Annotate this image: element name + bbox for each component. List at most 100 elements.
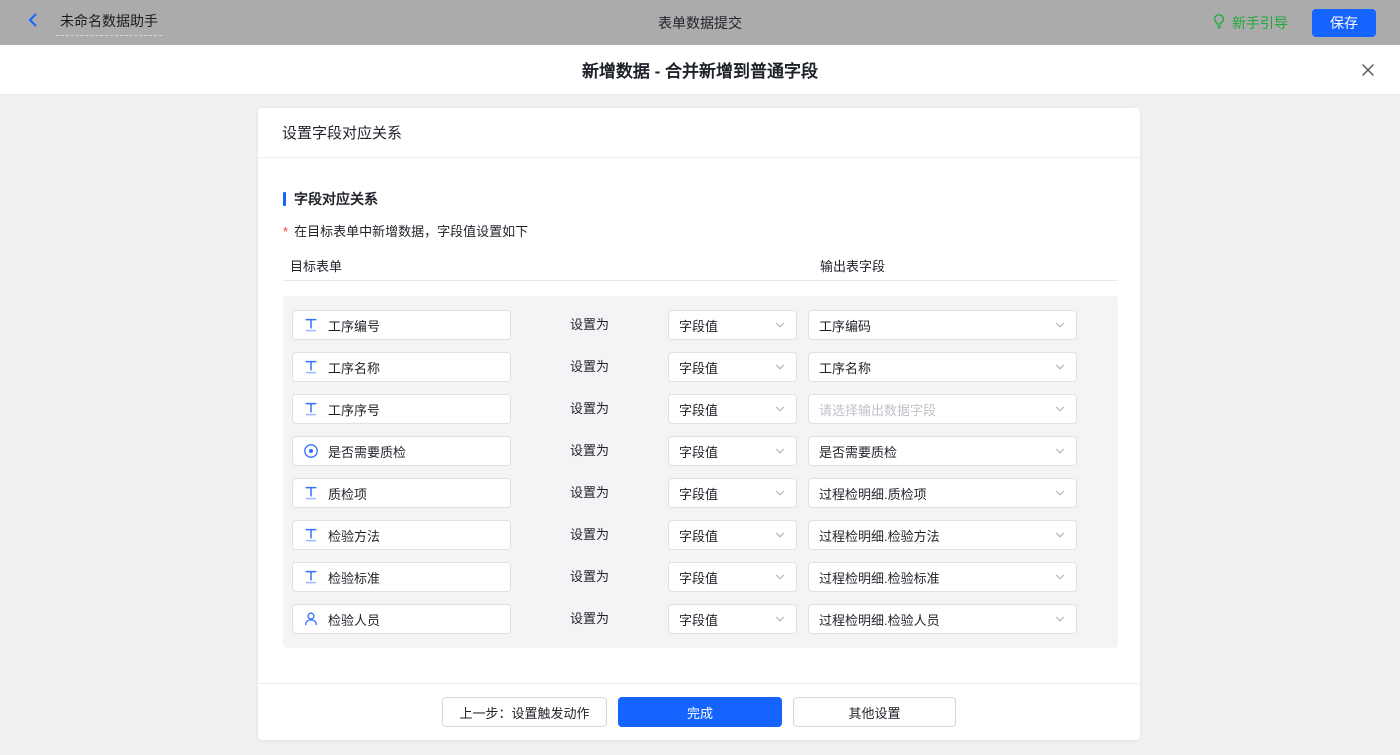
mapping-row: 工序编号 设置为 字段值 工序编码 <box>292 310 1102 340</box>
mapping-row: 检验标准 设置为 字段值 过程检明细.检验标准 <box>292 562 1102 592</box>
output-field-value: 请选择输出数据字段 <box>819 400 936 419</box>
field-mapping-card: 设置字段对应关系 字段对应关系 * 在目标表单中新增数据，字段值设置如下 目标表… <box>258 108 1140 740</box>
value-mode-value: 字段值 <box>679 358 718 377</box>
target-field-label: 质检项 <box>328 484 367 503</box>
chevron-down-icon <box>1054 529 1066 541</box>
text-field-icon <box>303 485 319 501</box>
set-as-label: 设置为 <box>570 310 609 340</box>
value-mode-value: 字段值 <box>679 442 718 461</box>
back-chevron-icon <box>24 11 42 34</box>
radio-field-icon <box>303 443 319 459</box>
chevron-down-icon <box>1054 445 1066 457</box>
target-field-label: 工序名称 <box>328 358 380 377</box>
column-headers: 目标表单 输出表字段 <box>283 256 1118 281</box>
value-mode-value: 字段值 <box>679 316 718 335</box>
card-body: 字段对应关系 * 在目标表单中新增数据，字段值设置如下 目标表单 输出表字段 工… <box>258 158 1140 648</box>
set-as-label: 设置为 <box>570 604 609 634</box>
target-field-box[interactable]: 检验方法 <box>292 520 511 550</box>
output-field-select[interactable]: 过程检明细.检验人员 <box>808 604 1077 634</box>
mapping-row: 是否需要质检 设置为 字段值 是否需要质检 <box>292 436 1102 466</box>
target-field-label: 检验标准 <box>328 568 380 587</box>
topbar: 未命名数据助手 表单数据提交 新手引导 保存 <box>0 0 1400 45</box>
mapping-row: 质检项 设置为 字段值 过程检明细.质检项 <box>292 478 1102 508</box>
text-field-icon <box>303 527 319 543</box>
target-field-box[interactable]: 工序序号 <box>292 394 511 424</box>
required-asterisk: * <box>283 224 288 239</box>
chevron-down-icon <box>774 529 786 541</box>
chevron-down-icon <box>1054 487 1066 499</box>
text-field-icon <box>303 401 319 417</box>
target-field-label: 检验方法 <box>328 526 380 545</box>
output-field-value: 过程检明细.检验方法 <box>819 526 940 545</box>
value-mode-select[interactable]: 字段值 <box>668 478 797 508</box>
set-as-label: 设置为 <box>570 352 609 382</box>
value-mode-select[interactable]: 字段值 <box>668 436 797 466</box>
lightbulb-icon <box>1211 13 1227 32</box>
value-mode-value: 字段值 <box>679 568 718 587</box>
column-header-target: 目标表单 <box>290 256 342 275</box>
assistant-name[interactable]: 未命名数据助手 <box>56 9 162 36</box>
text-field-icon <box>303 569 319 585</box>
prev-step-button[interactable]: 上一步：设置触发动作 <box>442 697 607 727</box>
dialog-title: 新增数据 - 合并新增到普通字段 <box>582 57 818 82</box>
section-accent-bar <box>283 192 286 206</box>
set-as-label: 设置为 <box>570 478 609 508</box>
value-mode-select[interactable]: 字段值 <box>668 604 797 634</box>
other-settings-button[interactable]: 其他设置 <box>793 697 956 727</box>
card-header-title: 设置字段对应关系 <box>282 122 402 143</box>
chevron-down-icon <box>774 571 786 583</box>
target-field-label: 是否需要质检 <box>328 442 406 461</box>
section-title: 字段对应关系 <box>283 189 1118 209</box>
card-footer: 上一步：设置触发动作 完成 其他设置 <box>258 683 1140 740</box>
chevron-down-icon <box>1054 319 1066 331</box>
output-field-select[interactable]: 是否需要质检 <box>808 436 1077 466</box>
mapping-row: 工序序号 设置为 字段值 请选择输出数据字段 <box>292 394 1102 424</box>
target-field-box[interactable]: 检验人员 <box>292 604 511 634</box>
chevron-down-icon <box>1054 403 1066 415</box>
target-field-box[interactable]: 工序名称 <box>292 352 511 382</box>
user-field-icon <box>303 611 319 627</box>
chevron-down-icon <box>1054 571 1066 583</box>
value-mode-select[interactable]: 字段值 <box>668 352 797 382</box>
target-field-label: 工序编号 <box>328 316 380 335</box>
output-field-select[interactable]: 请选择输出数据字段 <box>808 394 1077 424</box>
output-field-select[interactable]: 工序编码 <box>808 310 1077 340</box>
chevron-down-icon <box>774 487 786 499</box>
set-as-label: 设置为 <box>570 520 609 550</box>
output-field-value: 过程检明细.检验标准 <box>819 568 940 587</box>
output-field-select[interactable]: 过程检明细.检验标准 <box>808 562 1077 592</box>
close-button[interactable] <box>1360 62 1376 78</box>
text-field-icon <box>303 359 319 375</box>
output-field-select[interactable]: 过程检明细.质检项 <box>808 478 1077 508</box>
mapping-panel: 工序编号 设置为 字段值 工序编码 工序名称 设置为 字段值 工序名称 工序序号 <box>283 296 1118 648</box>
output-field-value: 工序名称 <box>819 358 871 377</box>
chevron-down-icon <box>1054 361 1066 373</box>
value-mode-select[interactable]: 字段值 <box>668 394 797 424</box>
chevron-down-icon <box>774 445 786 457</box>
output-field-select[interactable]: 过程检明细.检验方法 <box>808 520 1077 550</box>
output-field-value: 是否需要质检 <box>819 442 897 461</box>
value-mode-value: 字段值 <box>679 610 718 629</box>
save-button[interactable]: 保存 <box>1312 9 1376 37</box>
value-mode-select[interactable]: 字段值 <box>668 310 797 340</box>
target-field-box[interactable]: 检验标准 <box>292 562 511 592</box>
text-field-icon <box>303 317 319 333</box>
card-header: 设置字段对应关系 <box>258 108 1140 158</box>
mapping-row: 检验人员 设置为 字段值 过程检明细.检验人员 <box>292 604 1102 634</box>
done-button[interactable]: 完成 <box>618 697 782 727</box>
set-as-label: 设置为 <box>570 394 609 424</box>
target-field-box[interactable]: 工序编号 <box>292 310 511 340</box>
mapping-row: 工序名称 设置为 字段值 工序名称 <box>292 352 1102 382</box>
target-field-box[interactable]: 质检项 <box>292 478 511 508</box>
output-field-select[interactable]: 工序名称 <box>808 352 1077 382</box>
output-field-value: 过程检明细.质检项 <box>819 484 927 503</box>
back-button[interactable] <box>24 11 42 34</box>
mapping-description-text: 在目标表单中新增数据，字段值设置如下 <box>294 221 528 240</box>
value-mode-select[interactable]: 字段值 <box>668 562 797 592</box>
beginner-guide-link[interactable]: 新手引导 <box>1211 13 1288 33</box>
target-field-box[interactable]: 是否需要质检 <box>292 436 511 466</box>
value-mode-value: 字段值 <box>679 526 718 545</box>
mapping-row: 检验方法 设置为 字段值 过程检明细.检验方法 <box>292 520 1102 550</box>
value-mode-select[interactable]: 字段值 <box>668 520 797 550</box>
dialog-header: 新增数据 - 合并新增到普通字段 <box>0 45 1400 95</box>
